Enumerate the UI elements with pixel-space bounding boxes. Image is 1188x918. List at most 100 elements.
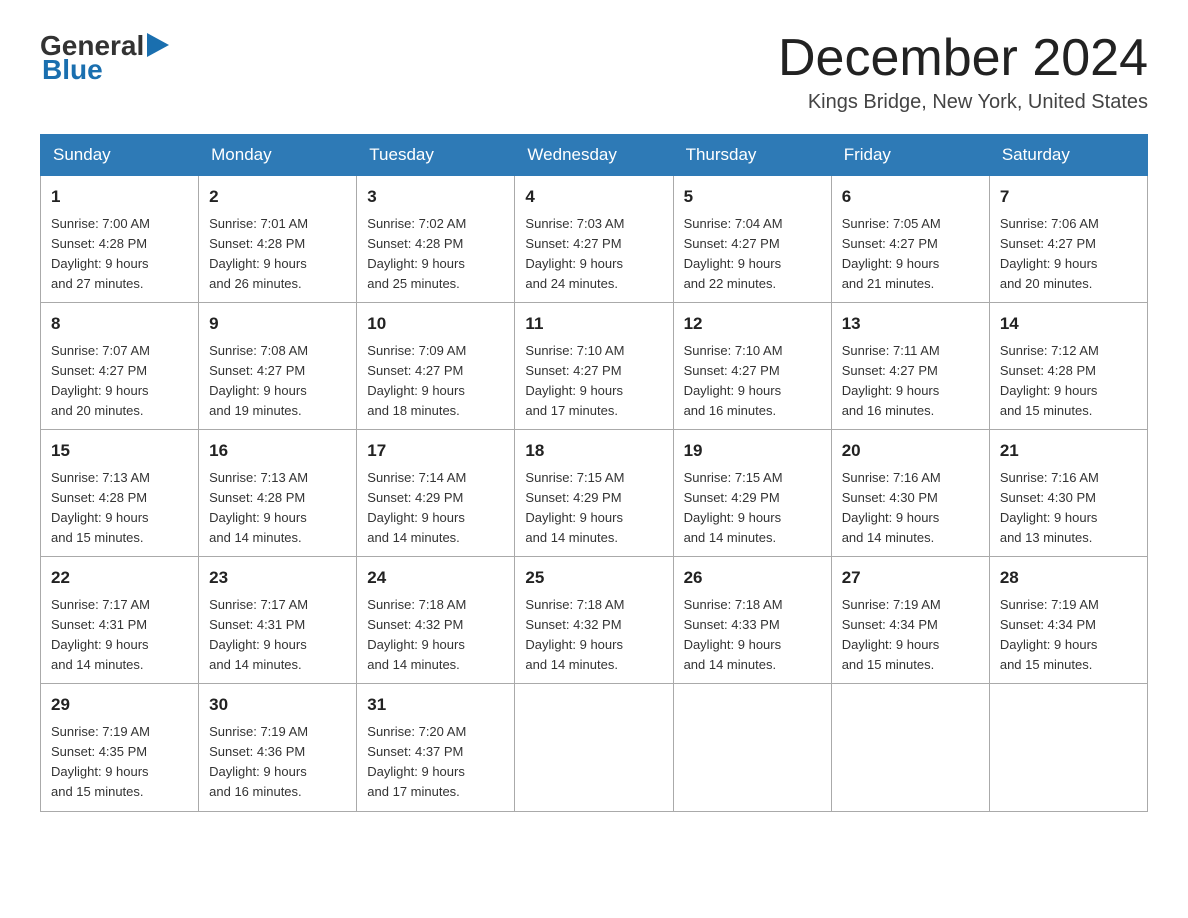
day-number: 8 — [51, 311, 188, 337]
calendar-cell — [673, 684, 831, 811]
day-number: 21 — [1000, 438, 1137, 464]
calendar-cell: 20 Sunrise: 7:16 AMSunset: 4:30 PMDaylig… — [831, 430, 989, 557]
day-info: Sunrise: 7:11 AMSunset: 4:27 PMDaylight:… — [842, 343, 940, 418]
day-of-week-saturday: Saturday — [989, 135, 1147, 176]
calendar-cell: 21 Sunrise: 7:16 AMSunset: 4:30 PMDaylig… — [989, 430, 1147, 557]
calendar-cell: 30 Sunrise: 7:19 AMSunset: 4:36 PMDaylig… — [199, 684, 357, 811]
title-block: December 2024 Kings Bridge, New York, Un… — [778, 30, 1148, 114]
calendar-cell: 29 Sunrise: 7:19 AMSunset: 4:35 PMDaylig… — [41, 684, 199, 811]
day-number: 3 — [367, 184, 504, 210]
calendar-cell: 10 Sunrise: 7:09 AMSunset: 4:27 PMDaylig… — [357, 303, 515, 430]
day-info: Sunrise: 7:07 AMSunset: 4:27 PMDaylight:… — [51, 343, 150, 418]
day-number: 7 — [1000, 184, 1137, 210]
day-number: 12 — [684, 311, 821, 337]
day-info: Sunrise: 7:13 AMSunset: 4:28 PMDaylight:… — [51, 470, 150, 545]
day-number: 9 — [209, 311, 346, 337]
day-number: 11 — [525, 311, 662, 337]
calendar-cell: 4 Sunrise: 7:03 AMSunset: 4:27 PMDayligh… — [515, 176, 673, 303]
day-of-week-tuesday: Tuesday — [357, 135, 515, 176]
calendar-week-3: 15 Sunrise: 7:13 AMSunset: 4:28 PMDaylig… — [41, 430, 1148, 557]
calendar-cell: 3 Sunrise: 7:02 AMSunset: 4:28 PMDayligh… — [357, 176, 515, 303]
day-number: 26 — [684, 565, 821, 591]
day-info: Sunrise: 7:08 AMSunset: 4:27 PMDaylight:… — [209, 343, 308, 418]
day-number: 30 — [209, 692, 346, 718]
day-info: Sunrise: 7:17 AMSunset: 4:31 PMDaylight:… — [209, 597, 308, 672]
calendar-cell: 9 Sunrise: 7:08 AMSunset: 4:27 PMDayligh… — [199, 303, 357, 430]
day-number: 6 — [842, 184, 979, 210]
calendar-cell: 8 Sunrise: 7:07 AMSunset: 4:27 PMDayligh… — [41, 303, 199, 430]
day-number: 17 — [367, 438, 504, 464]
day-number: 25 — [525, 565, 662, 591]
calendar-cell: 22 Sunrise: 7:17 AMSunset: 4:31 PMDaylig… — [41, 557, 199, 684]
day-info: Sunrise: 7:13 AMSunset: 4:28 PMDaylight:… — [209, 470, 308, 545]
calendar-week-4: 22 Sunrise: 7:17 AMSunset: 4:31 PMDaylig… — [41, 557, 1148, 684]
day-info: Sunrise: 7:18 AMSunset: 4:32 PMDaylight:… — [367, 597, 466, 672]
day-info: Sunrise: 7:00 AMSunset: 4:28 PMDaylight:… — [51, 216, 150, 291]
day-number: 24 — [367, 565, 504, 591]
day-info: Sunrise: 7:09 AMSunset: 4:27 PMDaylight:… — [367, 343, 466, 418]
day-number: 18 — [525, 438, 662, 464]
calendar-cell: 18 Sunrise: 7:15 AMSunset: 4:29 PMDaylig… — [515, 430, 673, 557]
day-number: 29 — [51, 692, 188, 718]
calendar-cell: 17 Sunrise: 7:14 AMSunset: 4:29 PMDaylig… — [357, 430, 515, 557]
day-info: Sunrise: 7:15 AMSunset: 4:29 PMDaylight:… — [684, 470, 783, 545]
day-number: 28 — [1000, 565, 1137, 591]
calendar-cell: 14 Sunrise: 7:12 AMSunset: 4:28 PMDaylig… — [989, 303, 1147, 430]
logo-blue: Blue — [42, 54, 169, 86]
day-number: 22 — [51, 565, 188, 591]
day-info: Sunrise: 7:02 AMSunset: 4:28 PMDaylight:… — [367, 216, 466, 291]
calendar-cell: 5 Sunrise: 7:04 AMSunset: 4:27 PMDayligh… — [673, 176, 831, 303]
day-info: Sunrise: 7:12 AMSunset: 4:28 PMDaylight:… — [1000, 343, 1099, 418]
day-number: 2 — [209, 184, 346, 210]
day-number: 15 — [51, 438, 188, 464]
day-number: 14 — [1000, 311, 1137, 337]
calendar-cell: 16 Sunrise: 7:13 AMSunset: 4:28 PMDaylig… — [199, 430, 357, 557]
day-info: Sunrise: 7:16 AMSunset: 4:30 PMDaylight:… — [1000, 470, 1099, 545]
calendar-cell: 23 Sunrise: 7:17 AMSunset: 4:31 PMDaylig… — [199, 557, 357, 684]
calendar-cell: 24 Sunrise: 7:18 AMSunset: 4:32 PMDaylig… — [357, 557, 515, 684]
day-info: Sunrise: 7:06 AMSunset: 4:27 PMDaylight:… — [1000, 216, 1099, 291]
day-number: 27 — [842, 565, 979, 591]
day-info: Sunrise: 7:18 AMSunset: 4:33 PMDaylight:… — [684, 597, 783, 672]
calendar-cell: 6 Sunrise: 7:05 AMSunset: 4:27 PMDayligh… — [831, 176, 989, 303]
day-info: Sunrise: 7:19 AMSunset: 4:35 PMDaylight:… — [51, 724, 150, 799]
day-number: 10 — [367, 311, 504, 337]
day-number: 31 — [367, 692, 504, 718]
month-title: December 2024 — [778, 30, 1148, 87]
day-of-week-wednesday: Wednesday — [515, 135, 673, 176]
day-info: Sunrise: 7:19 AMSunset: 4:34 PMDaylight:… — [1000, 597, 1099, 672]
page-header: General Blue December 2024 Kings Bridge,… — [40, 30, 1148, 114]
day-number: 1 — [51, 184, 188, 210]
calendar-cell: 19 Sunrise: 7:15 AMSunset: 4:29 PMDaylig… — [673, 430, 831, 557]
day-info: Sunrise: 7:03 AMSunset: 4:27 PMDaylight:… — [525, 216, 624, 291]
day-of-week-thursday: Thursday — [673, 135, 831, 176]
calendar-header-row: SundayMondayTuesdayWednesdayThursdayFrid… — [41, 135, 1148, 176]
day-number: 16 — [209, 438, 346, 464]
calendar-cell: 25 Sunrise: 7:18 AMSunset: 4:32 PMDaylig… — [515, 557, 673, 684]
logo: General Blue — [40, 30, 169, 86]
day-of-week-sunday: Sunday — [41, 135, 199, 176]
day-info: Sunrise: 7:04 AMSunset: 4:27 PMDaylight:… — [684, 216, 783, 291]
day-info: Sunrise: 7:17 AMSunset: 4:31 PMDaylight:… — [51, 597, 150, 672]
day-of-week-friday: Friday — [831, 135, 989, 176]
day-info: Sunrise: 7:14 AMSunset: 4:29 PMDaylight:… — [367, 470, 466, 545]
day-of-week-monday: Monday — [199, 135, 357, 176]
day-info: Sunrise: 7:10 AMSunset: 4:27 PMDaylight:… — [684, 343, 783, 418]
day-number: 13 — [842, 311, 979, 337]
calendar-cell: 7 Sunrise: 7:06 AMSunset: 4:27 PMDayligh… — [989, 176, 1147, 303]
day-info: Sunrise: 7:18 AMSunset: 4:32 PMDaylight:… — [525, 597, 624, 672]
calendar-week-1: 1 Sunrise: 7:00 AMSunset: 4:28 PMDayligh… — [41, 176, 1148, 303]
day-number: 5 — [684, 184, 821, 210]
calendar-cell: 12 Sunrise: 7:10 AMSunset: 4:27 PMDaylig… — [673, 303, 831, 430]
day-info: Sunrise: 7:16 AMSunset: 4:30 PMDaylight:… — [842, 470, 941, 545]
calendar-table: SundayMondayTuesdayWednesdayThursdayFrid… — [40, 134, 1148, 811]
calendar-cell: 31 Sunrise: 7:20 AMSunset: 4:37 PMDaylig… — [357, 684, 515, 811]
calendar-cell — [515, 684, 673, 811]
location: Kings Bridge, New York, United States — [778, 91, 1148, 114]
day-info: Sunrise: 7:10 AMSunset: 4:27 PMDaylight:… — [525, 343, 624, 418]
calendar-cell: 2 Sunrise: 7:01 AMSunset: 4:28 PMDayligh… — [199, 176, 357, 303]
day-info: Sunrise: 7:15 AMSunset: 4:29 PMDaylight:… — [525, 470, 624, 545]
day-number: 4 — [525, 184, 662, 210]
calendar-cell — [989, 684, 1147, 811]
day-info: Sunrise: 7:20 AMSunset: 4:37 PMDaylight:… — [367, 724, 466, 799]
